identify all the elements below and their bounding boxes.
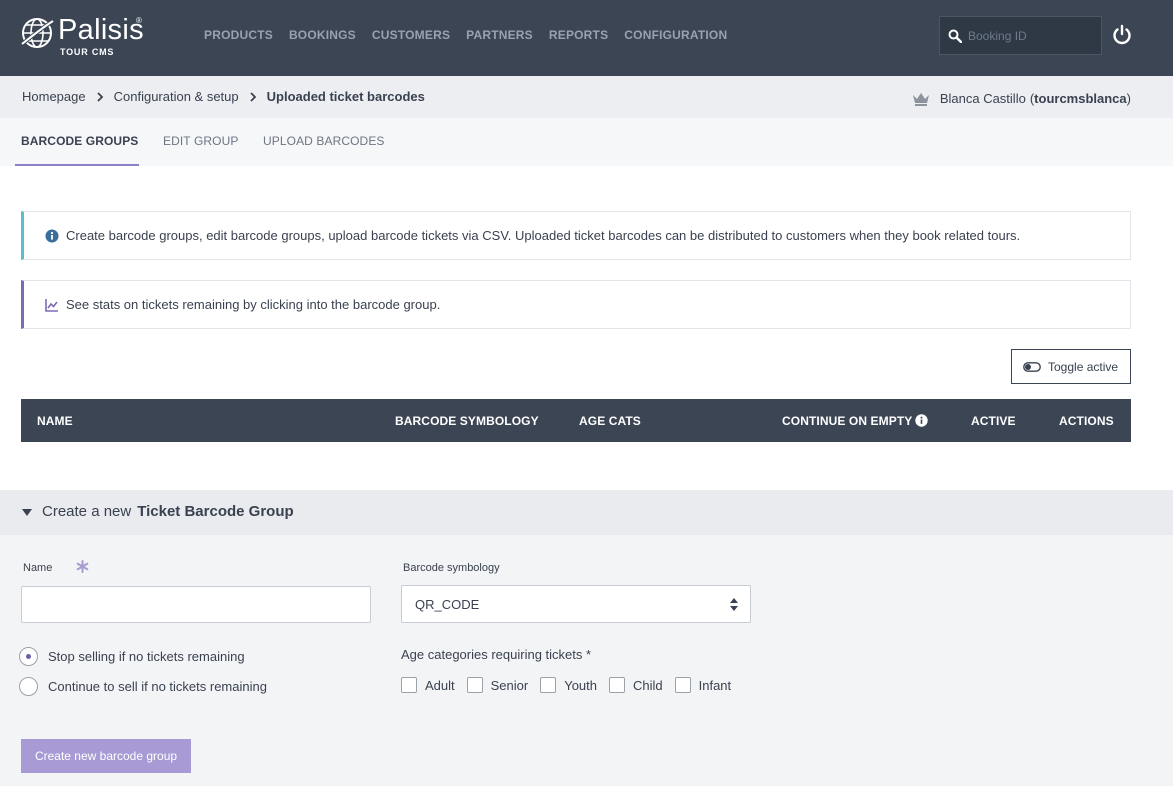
power-logout-icon[interactable] — [1111, 24, 1133, 46]
brand-name: Palisis — [58, 14, 144, 46]
tab-upload-barcodes[interactable]: UPLOAD BARCODES — [263, 134, 385, 148]
tab-barcode-groups[interactable]: BARCODE GROUPS — [21, 134, 138, 148]
symbology-label: Barcode symbology — [403, 562, 500, 574]
age-categories-label: Age categories requiring tickets * — [401, 647, 592, 662]
breadcrumb-configuration[interactable]: Configuration & setup — [114, 89, 239, 104]
breadcrumb: Homepage Configuration & setup Uploaded … — [22, 89, 425, 104]
stats-alert: See stats on tickets remaining by clicki… — [21, 280, 1131, 329]
main-nav: PRODUCTS BOOKINGS CUSTOMERS PARTNERS REP… — [204, 28, 727, 42]
toggle-switch-icon — [1023, 361, 1041, 372]
globe-logo-icon — [20, 18, 54, 48]
continue-on-empty-label[interactable]: CONTINUE ON EMPTY — [782, 414, 912, 428]
create-group-title: Create a new Ticket Barcode Group — [42, 503, 294, 520]
user-username[interactable]: tourcmsblanca — [1034, 91, 1126, 106]
child-checkbox[interactable] — [609, 677, 625, 693]
info-alert: Create barcode groups, edit barcode grou… — [21, 211, 1131, 260]
name-label: Name — [23, 562, 53, 574]
palisis-logo[interactable]: Palisis ® TOUR CMS — [20, 14, 150, 60]
user-name: Blanca Castillo — [939, 91, 1026, 106]
caret-down-icon[interactable] — [22, 509, 32, 516]
barcode-groups-table-header: NAME BARCODE SYMBOLOGY AGE CATS CONTINUE… — [21, 399, 1131, 442]
booking-search — [939, 16, 1102, 55]
continue-selling-radio[interactable] — [19, 677, 38, 696]
symbology-select[interactable]: QR_CODE — [401, 585, 751, 623]
breadcrumb-bar: Homepage Configuration & setup Uploaded … — [0, 76, 1173, 118]
infant-checkbox[interactable] — [674, 677, 691, 693]
brand-subtitle: TOUR CMS — [60, 47, 115, 57]
adult-label[interactable]: Adult — [425, 678, 455, 693]
stop-selling-label[interactable]: Stop selling if no tickets remaining — [48, 649, 245, 664]
search-icon[interactable] — [948, 29, 962, 43]
stats-alert-text: See stats on tickets remaining by clicki… — [66, 297, 441, 312]
nav-item-reports[interactable]: REPORTS — [549, 28, 608, 42]
select-arrows-icon — [730, 598, 738, 611]
youth-checkbox[interactable] — [540, 677, 557, 693]
active-tab-indicator — [15, 164, 139, 166]
chevron-right-icon — [250, 91, 256, 102]
senior-label[interactable]: Senior — [491, 678, 529, 693]
toggle-active-label: Toggle active — [1048, 359, 1119, 374]
toggle-active-button[interactable]: Toggle active — [1011, 349, 1131, 384]
create-group-header[interactable]: Create a new Ticket Barcode Group — [0, 490, 1173, 535]
nav-item-configuration[interactable]: CONFIGURATION — [624, 28, 727, 42]
required-asterisk-icon — [76, 560, 89, 573]
top-navbar: Palisis ® TOUR CMS PRODUCTS BOOKINGS CUS… — [0, 0, 1173, 76]
adult-checkbox[interactable] — [401, 677, 417, 693]
senior-checkbox[interactable] — [466, 677, 483, 693]
breadcrumb-homepage[interactable]: Homepage — [22, 89, 86, 104]
create-barcode-group-button[interactable]: Create new barcode group — [21, 739, 191, 773]
age-categories-checkboxes: Adult Senior Youth Child Infant — [401, 677, 743, 693]
column-header-name[interactable]: NAME — [37, 414, 73, 428]
info-circle-icon[interactable] — [915, 414, 929, 427]
nav-item-partners[interactable]: PARTNERS — [466, 28, 533, 42]
column-header-actions: ACTIONS — [1059, 414, 1114, 428]
user-info: Blanca Castillo (tourcmsblanca) — [912, 91, 1131, 106]
breadcrumb-current: Uploaded ticket barcodes — [266, 89, 425, 104]
create-title-prefix: Create a new — [42, 503, 132, 520]
column-header-active[interactable]: ACTIVE — [971, 414, 1016, 428]
info-circle-icon — [45, 229, 59, 242]
column-header-symbology[interactable]: BARCODE SYMBOLOGY — [395, 414, 539, 428]
infant-label[interactable]: Infant — [699, 678, 732, 693]
chevron-right-icon — [96, 91, 103, 102]
stop-selling-radio[interactable] — [19, 647, 38, 666]
youth-label[interactable]: Youth — [564, 678, 597, 693]
crown-icon — [912, 92, 929, 106]
nav-item-customers[interactable]: CUSTOMERS — [372, 28, 450, 42]
continue-selling-label[interactable]: Continue to sell if no tickets remaining — [48, 679, 267, 694]
name-input[interactable] — [21, 586, 371, 623]
symbology-selected-value: QR_CODE — [415, 597, 480, 612]
column-header-age-cats[interactable]: AGE CATS — [579, 414, 641, 428]
info-alert-text: Create barcode groups, edit barcode grou… — [66, 228, 1021, 243]
sub-tabs: BARCODE GROUPS EDIT GROUP UPLOAD BARCODE… — [0, 118, 1173, 166]
child-label[interactable]: Child — [633, 678, 663, 693]
nav-item-bookings[interactable]: BOOKINGS — [289, 28, 356, 42]
user-paren-close: ) — [1126, 91, 1131, 106]
line-chart-icon — [45, 298, 58, 312]
nav-item-products[interactable]: PRODUCTS — [204, 28, 273, 42]
brand-registered: ® — [136, 16, 142, 25]
tab-edit-group[interactable]: EDIT GROUP — [163, 134, 238, 148]
column-header-continue-on-empty: CONTINUE ON EMPTY — [782, 414, 929, 428]
create-title-strong: Ticket Barcode Group — [137, 503, 294, 520]
booking-id-input[interactable] — [968, 26, 1096, 46]
